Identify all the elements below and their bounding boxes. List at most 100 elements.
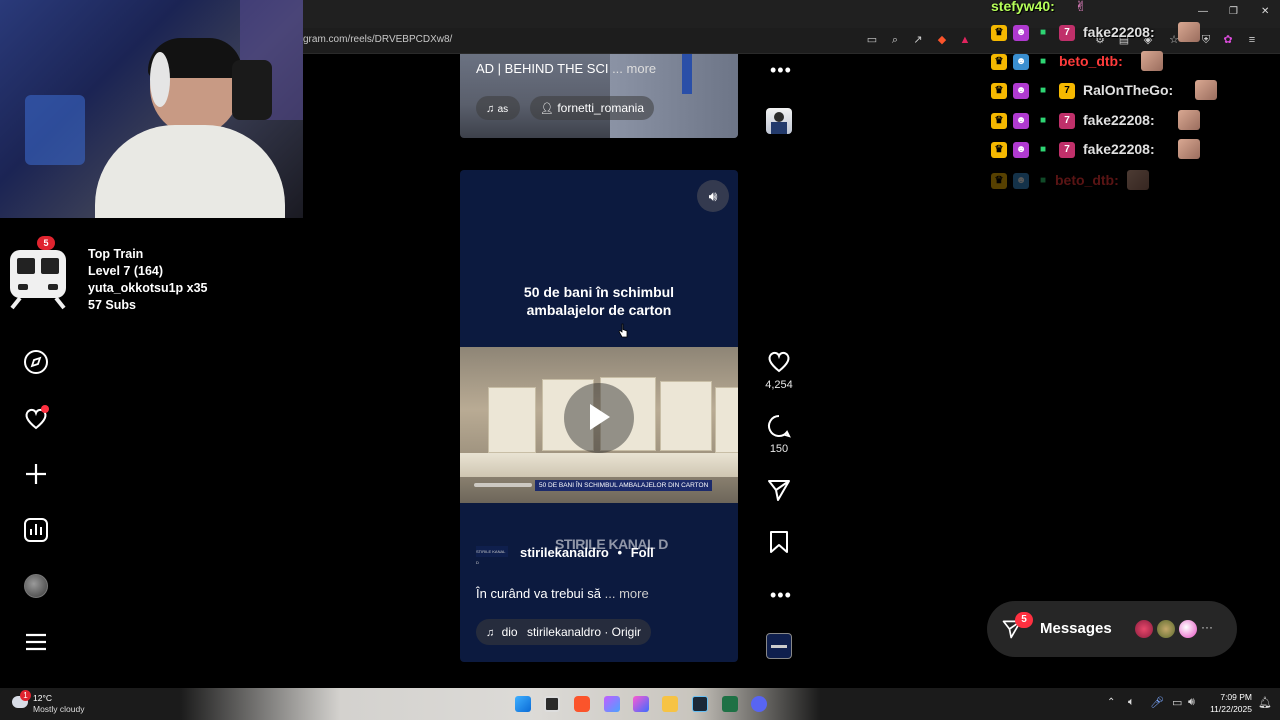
more-icon[interactable]: ···	[1201, 620, 1213, 634]
notifications-heart-icon[interactable]	[22, 404, 50, 432]
mute-toggle-icon[interactable]: 🔊︎	[697, 180, 729, 212]
cast-icon[interactable]: ▭	[865, 33, 879, 47]
leo-icon[interactable]: ✿	[1221, 33, 1235, 47]
person-icon: 👤︎	[540, 103, 554, 115]
minimize-button[interactable]: —	[1198, 6, 1208, 17]
reel-current[interactable]: 🔊︎ 50 de bani în schimbul ambalajelor de…	[460, 170, 738, 662]
steam-icon[interactable]	[692, 696, 708, 712]
gift-badge-icon: ■	[1039, 115, 1047, 126]
more-menu-icon[interactable]	[22, 628, 50, 656]
zoom-icon[interactable]: ⌕	[888, 33, 902, 47]
character-badge-icon: ☻	[1013, 142, 1029, 158]
play-icon[interactable]	[590, 404, 610, 430]
crown-badge-icon: ♛	[991, 173, 1007, 189]
audio-pill-main[interactable]: ♫ dio stirilekanaldro · Origir	[476, 619, 651, 645]
train-title: Top Train	[88, 247, 144, 261]
tagged-account-pill[interactable]: 👤︎ fornetti_romania	[530, 96, 655, 120]
mouse-cursor-icon	[618, 323, 628, 338]
copilot-icon[interactable]	[604, 696, 620, 712]
clock-date[interactable]: 11/22/2025	[1200, 704, 1252, 714]
more-link[interactable]: ... more	[612, 61, 656, 76]
channel-avatar[interactable]: STIRILE KANAL D	[476, 546, 508, 565]
speaker-icon[interactable]: 🔈︎	[1128, 696, 1135, 709]
gift-badge-icon: ■	[1039, 85, 1047, 96]
brave-shield-icon[interactable]: ◆	[935, 33, 949, 47]
volume-icon[interactable]: 🔊︎	[1188, 696, 1195, 709]
reel-headline-2: ambalajelor de carton	[526, 302, 672, 318]
reel-caption-main: În curând va trebui să	[476, 586, 602, 601]
reel-headline-1: 50 de bani în schimbul	[523, 284, 675, 300]
chevron-up-icon[interactable]: ⌃	[1107, 697, 1115, 708]
messages-button[interactable]: 5 Messages ···	[987, 601, 1237, 657]
music-note-icon: ♫	[486, 627, 495, 639]
comment-count: 150	[769, 443, 789, 455]
train-level: Level 7 (164)	[88, 264, 164, 278]
character-badge-icon: ☻	[1013, 113, 1029, 129]
profile-avatar[interactable]	[24, 574, 48, 598]
gift-badge-icon: ■	[1039, 56, 1047, 67]
notification-icon[interactable]: 🔔︎	[1258, 696, 1272, 709]
save-bookmark-icon[interactable]	[766, 529, 792, 555]
close-window-button[interactable]: ✕	[1261, 6, 1269, 17]
like-heart-icon[interactable]	[766, 348, 792, 374]
file-explorer-icon[interactable]	[662, 696, 678, 712]
explore-icon[interactable]	[22, 348, 50, 376]
sub-badge-icon: 7	[1059, 25, 1075, 41]
reel-audio-thumb[interactable]	[766, 633, 792, 659]
clock-time[interactable]: 7:09 PM	[1206, 692, 1252, 702]
crown-badge-icon: ♛	[991, 142, 1007, 158]
crown-badge-icon: ♛	[991, 113, 1007, 129]
create-icon[interactable]	[22, 460, 50, 488]
sub-badge-icon: 7	[1059, 83, 1075, 99]
share-icon[interactable]: ↗	[911, 33, 925, 47]
discord-icon[interactable]	[751, 696, 767, 712]
character-badge-icon: ☻	[1013, 54, 1029, 70]
sub-badge-icon: 7	[1059, 142, 1075, 158]
menu-icon[interactable]: ≡	[1245, 33, 1259, 47]
start-icon[interactable]	[515, 696, 531, 712]
maximize-button[interactable]: ❐	[1229, 6, 1238, 17]
app-icon[interactable]	[633, 696, 649, 712]
video-thumbnail[interactable]: 50 DE BANI ÎN SCHIMBUL AMBALAJELOR DIN C…	[460, 347, 738, 503]
more-link-main[interactable]: ... more	[605, 586, 649, 601]
reel-username[interactable]: stirilekanaldro	[520, 545, 609, 560]
comment-icon[interactable]	[766, 413, 792, 439]
avatar	[1133, 618, 1155, 640]
temperature[interactable]: 12°C	[33, 693, 52, 703]
gift-badge-icon: ■	[1039, 144, 1047, 155]
excel-icon[interactable]	[722, 696, 738, 712]
reel-previous[interactable]: AD | BEHIND THE SCI ... more ♫ as 👤︎ for…	[460, 54, 738, 138]
character-badge-icon: ☻	[1013, 25, 1029, 41]
messages-badge: 5	[1015, 612, 1033, 628]
reel-options-icon[interactable]: •••	[770, 585, 792, 606]
reel-caption: AD | BEHIND THE SCI	[476, 61, 609, 76]
dashboard-icon[interactable]	[22, 516, 50, 544]
network-icon[interactable]: ▭	[1172, 696, 1182, 709]
share-send-icon[interactable]	[766, 477, 792, 503]
avatar	[1177, 618, 1199, 640]
character-badge-icon: ☻	[1013, 173, 1029, 189]
emote-icon	[1178, 139, 1200, 159]
news-banner: 50 DE BANI ÎN SCHIMBUL AMBALAJELOR DIN C…	[535, 480, 713, 491]
audio-pill[interactable]: ♫ as	[476, 96, 520, 120]
weather-condition[interactable]: Mostly cloudy	[33, 704, 85, 714]
train-user: yuta_okkotsu1p x35	[88, 281, 208, 295]
microphone-icon[interactable]: 🎤︎	[1150, 696, 1164, 709]
emote-icon	[1178, 22, 1200, 42]
train-icon	[10, 250, 66, 310]
crown-badge-icon: ♛	[991, 54, 1007, 70]
emote-icon	[1127, 170, 1149, 190]
avatar	[1155, 618, 1177, 640]
gift-badge-icon: ■	[1039, 27, 1047, 38]
crown-badge-icon: ♛	[991, 83, 1007, 99]
task-view-icon[interactable]	[544, 696, 560, 712]
url-text[interactable]: gram.com/reels/DRVEBPCDXw8/	[303, 34, 452, 45]
follow-button[interactable]: Foll	[631, 545, 654, 560]
brave-icon[interactable]	[574, 696, 590, 712]
brave-rewards-icon[interactable]: ▲	[958, 33, 972, 47]
emote-icon: ✌︎	[1075, 0, 1087, 14]
vpn-icon[interactable]: ⛨	[1199, 33, 1213, 47]
crown-badge-icon: ♛	[991, 25, 1007, 41]
reel-top-options-icon[interactable]: •••	[770, 60, 792, 81]
reel-top-audio-thumb[interactable]	[766, 108, 792, 134]
